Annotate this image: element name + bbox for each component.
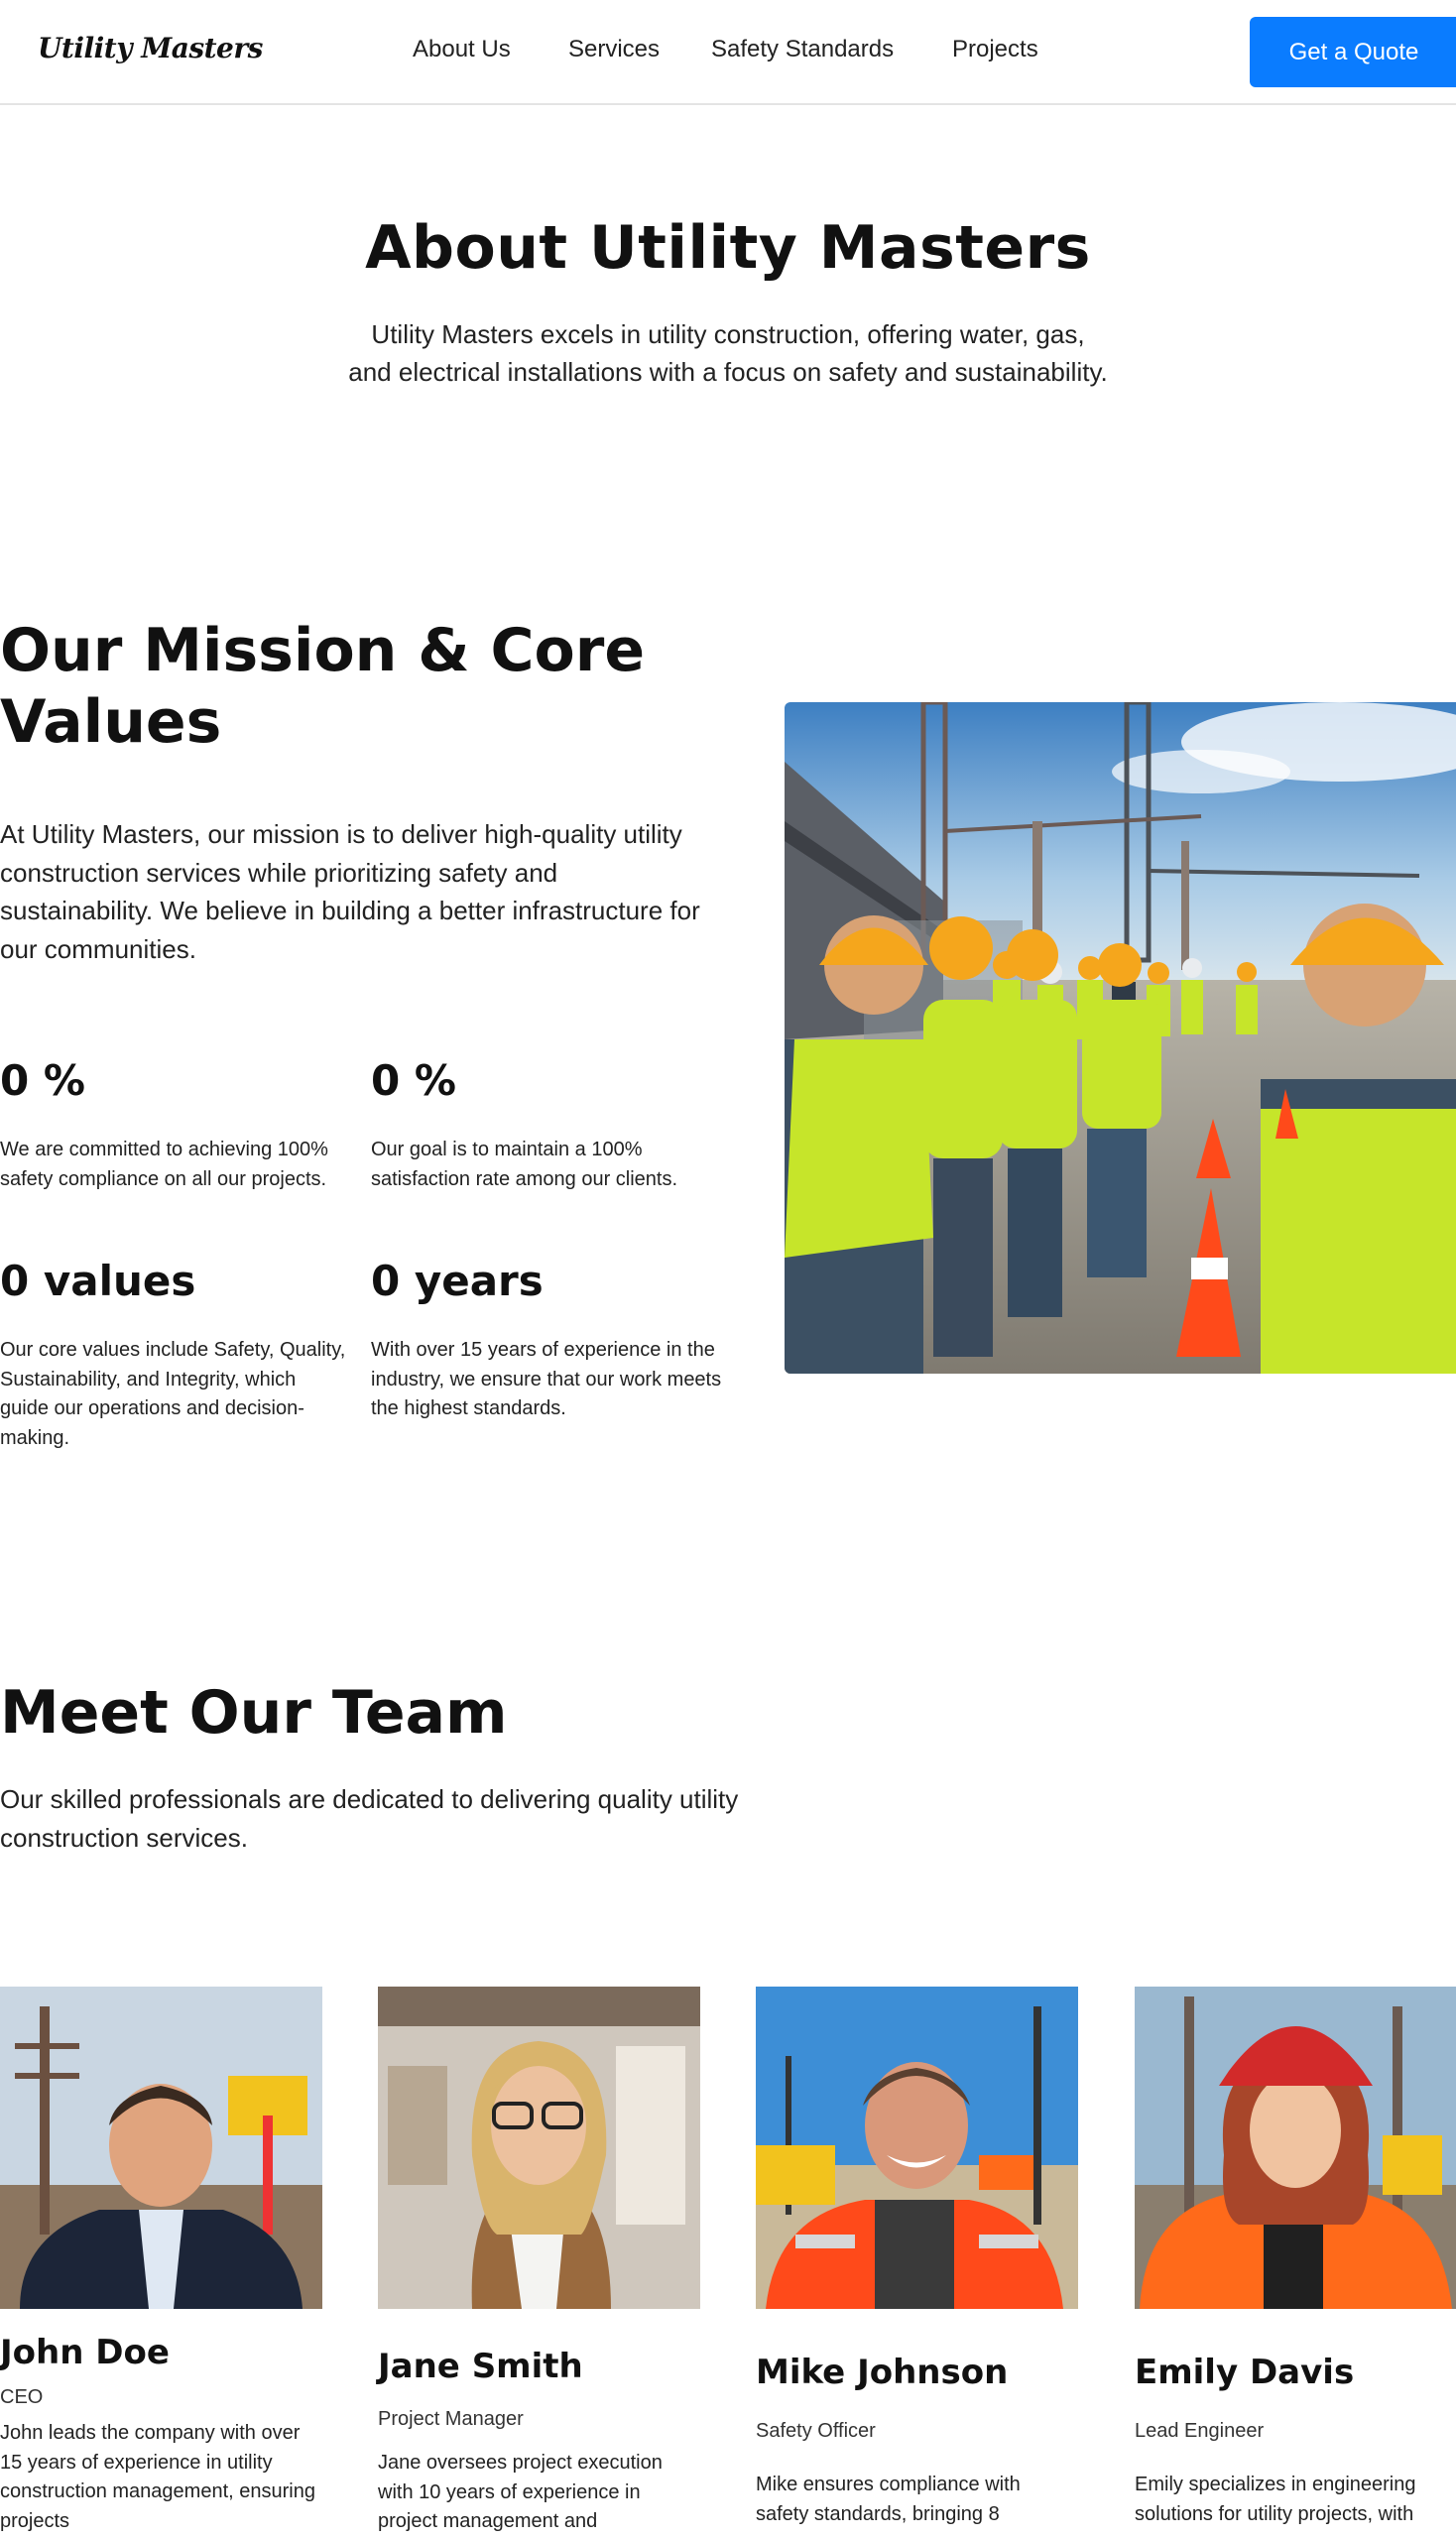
stat-safety: 0 % We are committed to achieving 100% s… (0, 1056, 347, 1194)
mission-description: At Utility Masters, our mission is to de… (0, 819, 700, 964)
team-member-name: Jane Smith (378, 2347, 583, 2386)
about-line-2: and electrical installations with a focu… (348, 357, 1108, 387)
nav-link-about-us[interactable]: About Us (413, 36, 511, 63)
team-member-name: Emily Davis (1135, 2353, 1355, 2392)
team-title: Meet Our Team (0, 1678, 508, 1748)
about-line-1: Utility Masters excels in utility constr… (371, 319, 1085, 349)
team-member-card: Jane Smith Project Manager Jane oversees… (378, 1987, 700, 2537)
stat-description: We are committed to achieving 100% safet… (0, 1139, 328, 1190)
nav-link-projects[interactable]: Projects (952, 36, 1038, 63)
stat-years: 0 years With over 15 years of experience… (371, 1257, 728, 1424)
team-member-photo (756, 1987, 1078, 2309)
mission-title: Our Mission & Core Values (0, 616, 646, 757)
team-member-photo (0, 1987, 322, 2309)
stat-value: 0 years (371, 1257, 544, 1305)
team-member-role: Lead Engineer (1135, 2420, 1265, 2442)
about-description: Utility Masters excels in utility constr… (282, 315, 1174, 391)
team-member-name: John Doe (0, 2333, 170, 2372)
construction-site-photo (785, 702, 1456, 1374)
stat-description: Our core values include Safety, Quality,… (0, 1339, 346, 1449)
top-navbar: Utility Masters About Us Services Safety… (0, 0, 1456, 105)
stat-value: 0 % (0, 1056, 85, 1105)
stat-description: Our goal is to maintain a 100% satisfact… (371, 1139, 678, 1190)
team-member-role: CEO (0, 2386, 44, 2408)
team-member-role: Safety Officer (756, 2420, 876, 2442)
nav-link-services[interactable]: Services (568, 36, 660, 63)
team-description: Our skilled professionals are dedicated … (0, 1784, 739, 1853)
stat-satisfaction: 0 % Our goal is to maintain a 100% satis… (371, 1056, 698, 1194)
about-title: About Utility Masters (365, 213, 1091, 283)
team-member-card: Mike Johnson Safety Officer Mike ensures… (756, 1987, 1078, 2529)
team-member-card: Emily Davis Lead Engineer Emily speciali… (1135, 1987, 1456, 2529)
team-member-bio: John leads the company with over 15 year… (0, 2422, 315, 2532)
brand-logo[interactable]: Utility Masters (38, 32, 263, 64)
team-member-photo (378, 1987, 700, 2309)
team-member-name: Mike Johnson (756, 2353, 1009, 2392)
team-member-card: John Doe CEO John leads the company with… (0, 1987, 322, 2536)
team-member-photo (1135, 1987, 1456, 2309)
get-quote-button[interactable]: Get a Quote (1250, 17, 1456, 87)
nav-link-safety-standards[interactable]: Safety Standards (711, 36, 894, 63)
team-member-bio: Emily specializes in engineering solutio… (1135, 2474, 1416, 2525)
stat-description: With over 15 years of experience in the … (371, 1339, 722, 1419)
team-member-bio: Jane oversees project execution with 10 … (378, 2452, 663, 2532)
team-member-role: Project Manager (378, 2408, 524, 2430)
stat-value: 0 % (371, 1056, 456, 1105)
stat-value: 0 values (0, 1257, 196, 1305)
stat-values: 0 values Our core values include Safety,… (0, 1257, 347, 1453)
team-member-bio: Mike ensures compliance with safety stan… (756, 2474, 1021, 2525)
